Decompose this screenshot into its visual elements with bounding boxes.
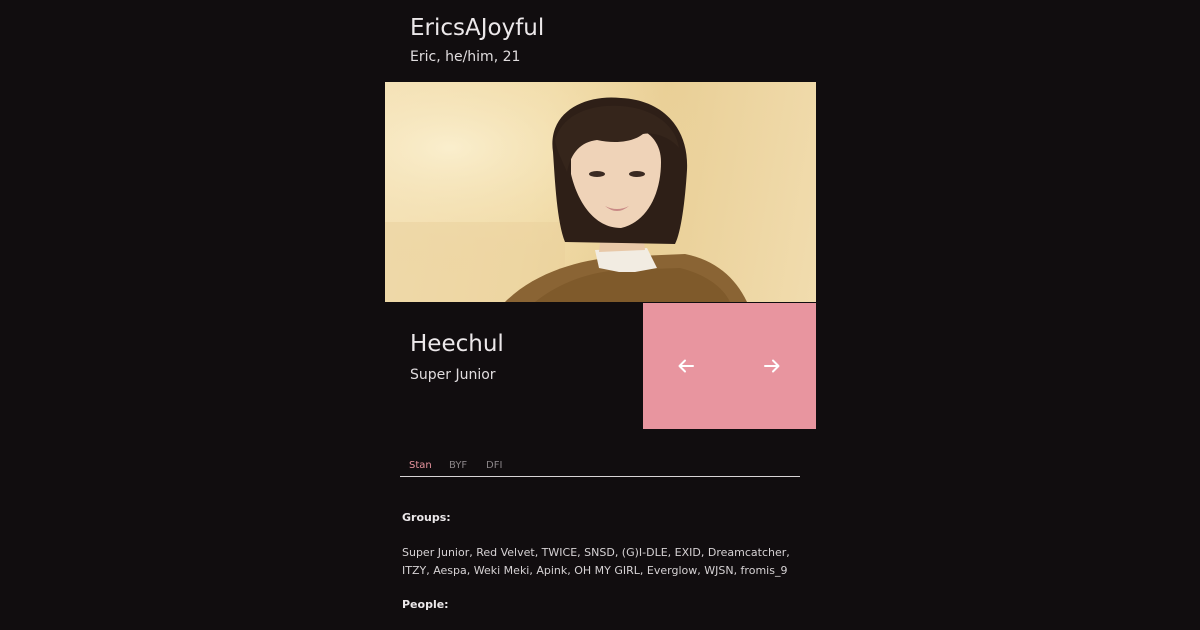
profile-meta: Eric, he/him, 21 [410, 49, 521, 65]
idol-navigation [643, 303, 816, 429]
tab-bar: Stan BYF DFI [400, 455, 800, 477]
idol-info: Heechul Super Junior [410, 330, 504, 384]
next-idol-button[interactable] [754, 349, 790, 383]
tab-dfi[interactable]: DFI [486, 460, 502, 471]
tab-stan[interactable]: Stan [409, 460, 432, 471]
people-label: People: [402, 598, 449, 611]
arrow-right-icon [764, 359, 780, 373]
previous-idol-button[interactable] [668, 349, 704, 383]
idol-portrait-image [385, 82, 816, 302]
profile-card: EricsAJoyful Eric, he/him, 21 Heechul Su… [385, 0, 816, 630]
groups-list: Super Junior, Red Velvet, TWICE, SNSD, (… [402, 546, 790, 577]
groups-label: Groups: [402, 511, 451, 524]
idol-name: Heechul [410, 331, 504, 357]
profile-header: EricsAJoyful Eric, he/him, 21 [410, 14, 544, 66]
idol-group: Super Junior [410, 367, 496, 383]
idol-photo [385, 82, 816, 302]
arrow-left-icon [678, 359, 694, 373]
tab-byf[interactable]: BYF [449, 460, 467, 471]
tab-content: Groups: Super Junior, Red Velvet, TWICE,… [402, 509, 802, 614]
username-title: EricsAJoyful [410, 15, 545, 41]
